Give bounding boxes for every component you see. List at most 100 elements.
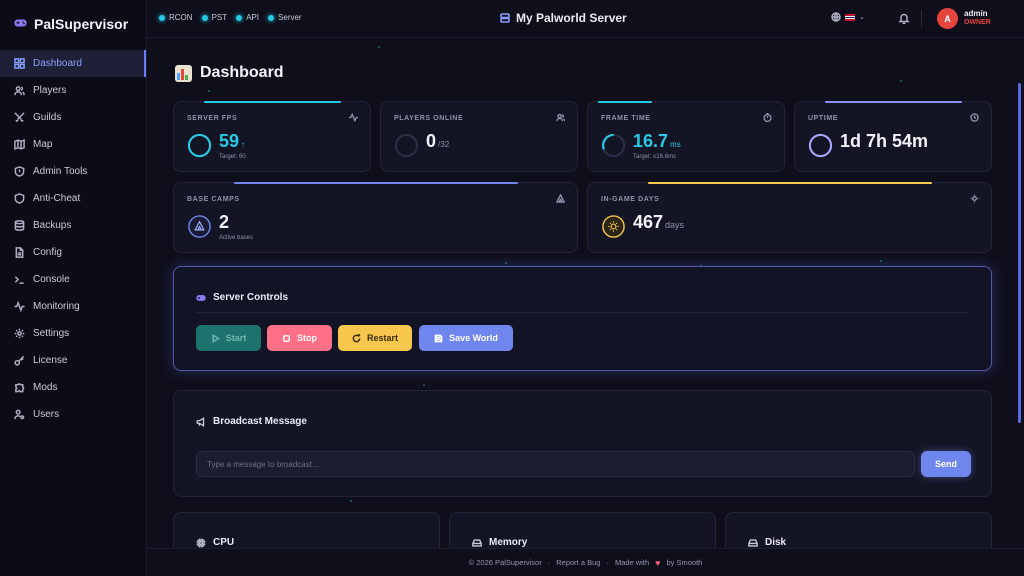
stat-sub: Active bases — [219, 235, 254, 241]
stop-icon — [283, 334, 290, 342]
shield-check-icon — [14, 193, 25, 204]
server-title: My Palworld Server — [500, 11, 627, 25]
divider — [196, 312, 969, 313]
status-label: RCON — [169, 13, 193, 22]
avatar[interactable]: A — [937, 8, 958, 29]
sidebar-item-map[interactable]: Map — [0, 131, 146, 158]
start-button[interactable]: Start — [196, 325, 261, 351]
stat-card-frame-time: FRAME TIME 16.7 ms Target: ≤16.6ms — [587, 101, 785, 172]
footer-separator: · — [606, 558, 609, 567]
sidebar-item-label: License — [33, 355, 68, 366]
language-selector[interactable]: ⌄ — [831, 12, 865, 22]
sidebar-item-dashboard[interactable]: Dashboard — [0, 50, 146, 77]
uptime-value: 1d 7h 54m — [840, 131, 929, 151]
sidebar-item-label: Admin Tools — [33, 166, 88, 177]
sidebar-item-mods[interactable]: Mods — [0, 374, 146, 401]
server-title-text: My Palworld Server — [516, 11, 627, 25]
sidebar-item-anti-cheat[interactable]: Anti-Cheat — [0, 185, 146, 212]
user-role-badge: OWNER — [964, 19, 991, 26]
stat-value: 59 ↑ — [219, 131, 245, 152]
user-cog-icon — [14, 409, 25, 420]
user-menu[interactable]: admin OWNER — [964, 9, 991, 27]
stat-label: FRAME TIME — [601, 115, 651, 122]
sidebar-item-backups[interactable]: Backups — [0, 212, 146, 239]
report-bug-link[interactable]: Report a Bug — [556, 558, 600, 567]
stat-card-server-fps: SERVER FPS 59 ↑ Target: 60 — [173, 101, 371, 172]
status-rcon: RCON — [159, 13, 193, 22]
tent-badge-icon — [188, 215, 211, 238]
stat-sub: Target: 60 — [219, 154, 246, 160]
refresh-icon — [352, 333, 361, 342]
sidebar-item-users[interactable]: Users — [0, 401, 146, 428]
clock-icon — [970, 113, 979, 122]
status-api: API — [236, 13, 259, 22]
server-icon — [500, 13, 510, 23]
progress-ring — [601, 133, 626, 158]
sidebar-item-monitoring[interactable]: Monitoring — [0, 293, 146, 320]
stat-card-base-camps: BASE CAMPS 2 Active bases — [173, 182, 578, 253]
activity-icon — [349, 113, 358, 122]
progress-ring — [394, 133, 419, 158]
sidebar-item-label: Config — [33, 247, 62, 258]
footer-author[interactable]: by Smooth — [666, 558, 702, 567]
frame-time-value: 16.7 — [633, 131, 669, 151]
sidebar-item-console[interactable]: Console — [0, 266, 146, 293]
button-label: Restart — [366, 333, 398, 343]
sidebar-item-label: Guilds — [33, 112, 62, 123]
button-label: Stop — [297, 333, 317, 343]
status-dot — [268, 14, 275, 21]
status-label: API — [246, 13, 260, 22]
sidebar-item-admin-tools[interactable]: Admin Tools — [0, 158, 146, 185]
grid-icon — [14, 58, 25, 69]
sidebar-item-guilds[interactable]: Guilds — [0, 104, 146, 131]
memory-title: Memory — [472, 537, 527, 548]
stop-button[interactable]: Stop — [267, 325, 332, 351]
sidebar-item-license[interactable]: License — [0, 347, 146, 374]
save-world-button[interactable]: Save World — [419, 325, 513, 351]
restart-button[interactable]: Restart — [338, 325, 412, 351]
connection-status-list: RCON PST API Server — [159, 13, 302, 22]
bar-chart-icon — [175, 64, 192, 82]
gamepad-icon — [14, 17, 27, 31]
progress-ring — [187, 133, 212, 158]
card-accent-line — [204, 101, 341, 103]
sidebar-item-label: Dashboard — [33, 58, 82, 69]
key-icon — [14, 355, 25, 366]
terminal-icon — [14, 276, 24, 284]
sidebar-item-label: Backups — [33, 220, 72, 231]
progress-ring — [808, 133, 833, 158]
bell-icon[interactable] — [898, 12, 910, 24]
button-label: Save World — [449, 333, 498, 343]
card-accent-line — [825, 101, 962, 103]
sun-icon — [970, 194, 979, 203]
page-title: Dashboard — [175, 64, 284, 82]
disk-card: Disk — [725, 512, 992, 548]
stat-sub: Target: ≤16.6ms — [633, 154, 676, 160]
status-server: Server — [268, 13, 302, 22]
chevron-down-icon: ⌄ — [859, 14, 865, 21]
status-label: PST — [211, 13, 228, 22]
play-icon — [212, 333, 220, 343]
sidebar: PalSupervisor Dashboard Players Guilds M… — [0, 0, 147, 576]
page-title-text: Dashboard — [200, 64, 284, 81]
days-value: 467 — [633, 212, 664, 232]
stat-card-players-online: PLAYERS ONLINE 0/32 — [380, 101, 578, 172]
cpu-icon — [196, 538, 206, 547]
section-title-text: Broadcast Message — [213, 416, 307, 427]
sidebar-item-settings[interactable]: Settings — [0, 320, 146, 347]
send-button[interactable]: Send — [921, 451, 971, 477]
stat-label: BASE CAMPS — [187, 196, 240, 203]
sidebar-item-label: Players — [33, 85, 67, 96]
map-icon — [14, 139, 25, 150]
sidebar-item-players[interactable]: Players — [0, 77, 146, 104]
tent-icon — [556, 194, 565, 203]
disk-title: Disk — [748, 537, 786, 548]
scrollbar-thumb[interactable] — [1018, 83, 1021, 423]
stat-card-ingame-days: IN-GAME DAYS 467 days — [587, 182, 992, 253]
broadcast-input[interactable] — [196, 451, 915, 477]
sun-badge-icon — [602, 215, 625, 238]
sidebar-item-config[interactable]: Config — [0, 239, 146, 266]
brand[interactable]: PalSupervisor — [0, 0, 146, 48]
sidebar-item-label: Map — [33, 139, 53, 150]
stat-card-uptime: UPTIME 1d 7h 54m — [794, 101, 992, 172]
